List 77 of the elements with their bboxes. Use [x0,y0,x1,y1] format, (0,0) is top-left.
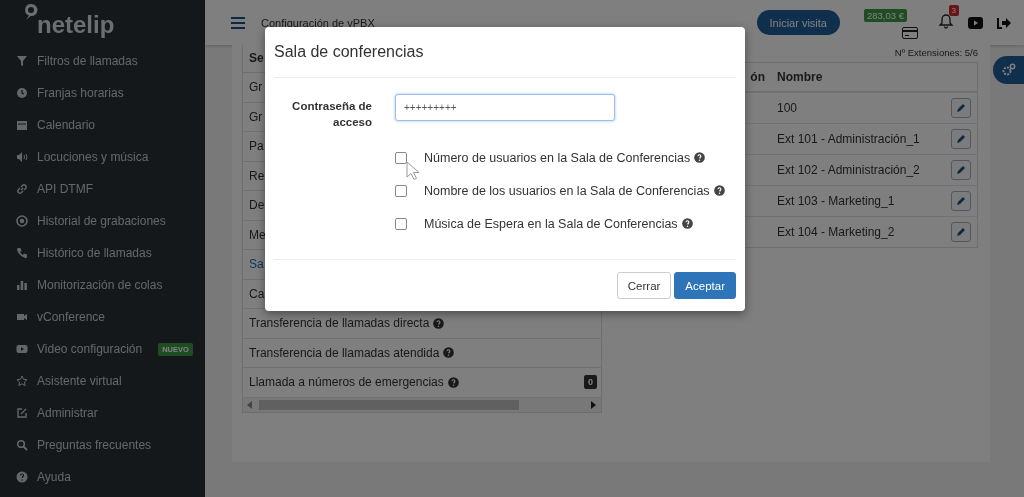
sidebar-item[interactable]: vConference [0,301,205,333]
gears-icon [1001,63,1016,77]
settings-row[interactable]: Transferencia de llamadas atendida [243,338,601,368]
table-cell-text: Ext 103 - Marketing_1 [776,194,896,208]
checkbox[interactable] [395,217,407,230]
checkbox[interactable] [395,184,407,197]
sidebar-item[interactable]: Historial de grabaciones [0,205,205,237]
close-button[interactable]: Cerrar [616,272,672,299]
search-icon [16,439,28,451]
sidebar-item[interactable]: Franjas horarias [0,77,205,109]
sidebar-item[interactable]: Administrar [0,397,205,429]
chart-icon [16,279,28,291]
help-icon [16,471,28,483]
value-badge: 0 [584,375,597,390]
table-cell-text: 100 [776,101,799,115]
edit-button[interactable] [951,129,971,149]
field-label: Contraseña de acceso [291,99,372,130]
pencil-icon [956,196,966,206]
logo-pin-icon [24,3,38,21]
cursor-icon [406,161,420,181]
pencil-icon [956,227,966,237]
notification-count: 3 [948,4,959,16]
page-title: Configuración de vPBX [261,16,375,29]
play-icon [16,343,28,355]
scroll-left-icon[interactable] [247,400,253,409]
pencil-icon [956,134,966,144]
sidebar-item[interactable]: Filtros de llamadas [0,45,205,77]
calendar-icon [16,119,28,131]
sidebar-item[interactable]: Locuciones y música [0,141,205,173]
record-icon [16,215,28,227]
edit-button[interactable] [951,98,971,118]
sidebar-item[interactable]: Ayuda [0,461,205,493]
sidebar-item[interactable]: Asistente virtual [0,365,205,397]
sidebar-item[interactable]: Histórico de llamadas [0,237,205,269]
bell-icon[interactable] [938,12,954,29]
phone-icon [16,247,28,259]
speaker-icon [16,151,28,163]
settings-row[interactable]: Llamada a números de emergencias 0 [243,368,601,398]
option-label: Nombre de los usuarios en la Sala de Conferencias [424,183,710,198]
scroll-right-icon[interactable] [591,400,597,409]
pencil-icon [956,103,966,113]
settings-tab[interactable] [993,56,1024,84]
option-label: Número de usuarios en la Sala de Conferencias [424,150,691,165]
table-cell-text: Ext 101 - Administración_1 [776,132,921,146]
pencil-icon [956,165,966,175]
help-icon [694,152,706,163]
sidebar-item[interactable]: Calendario [0,109,205,141]
credit-card-icon[interactable] [902,26,918,39]
table-cell-text: Ext 102 - Administración_2 [776,163,921,177]
edit-button[interactable] [951,160,971,180]
balance-badge: 283,03 € [864,8,907,22]
menu-icon[interactable] [231,16,245,29]
table-cell-text: Ext 104 - Marketing_2 [776,225,896,239]
logo-text: netelip [37,10,115,40]
column-header: ón [749,70,766,84]
option-label: Música de Espera en la Sala de Conferencias [424,216,678,231]
edit-icon [16,407,28,419]
video-icon [16,311,28,323]
edit-button[interactable] [951,191,971,211]
help-icon [681,218,693,229]
edit-button[interactable] [951,222,971,242]
help-icon [713,185,725,196]
extensions-count: Nº Extensiones: 5/6 [894,46,978,60]
sidebar-item[interactable]: API DTMF [0,173,205,205]
video-play-icon[interactable] [968,16,983,29]
start-visit-button[interactable]: Iniciar visita [756,10,840,35]
sidebar-item[interactable]: Preguntas frecuentes [0,429,205,461]
star-icon [16,375,28,387]
link-icon [16,183,28,195]
clock-icon [16,87,28,99]
filter-icon [16,55,28,67]
column-header: Nombre [776,70,824,84]
sidebar-item[interactable]: Monitorización de colas [0,269,205,301]
dialog-title: Sala de conferencias [274,27,736,78]
accept-button[interactable]: Aceptar [674,272,736,299]
password-field[interactable]: +++++++++ [395,94,615,121]
logout-icon[interactable] [997,15,1012,30]
